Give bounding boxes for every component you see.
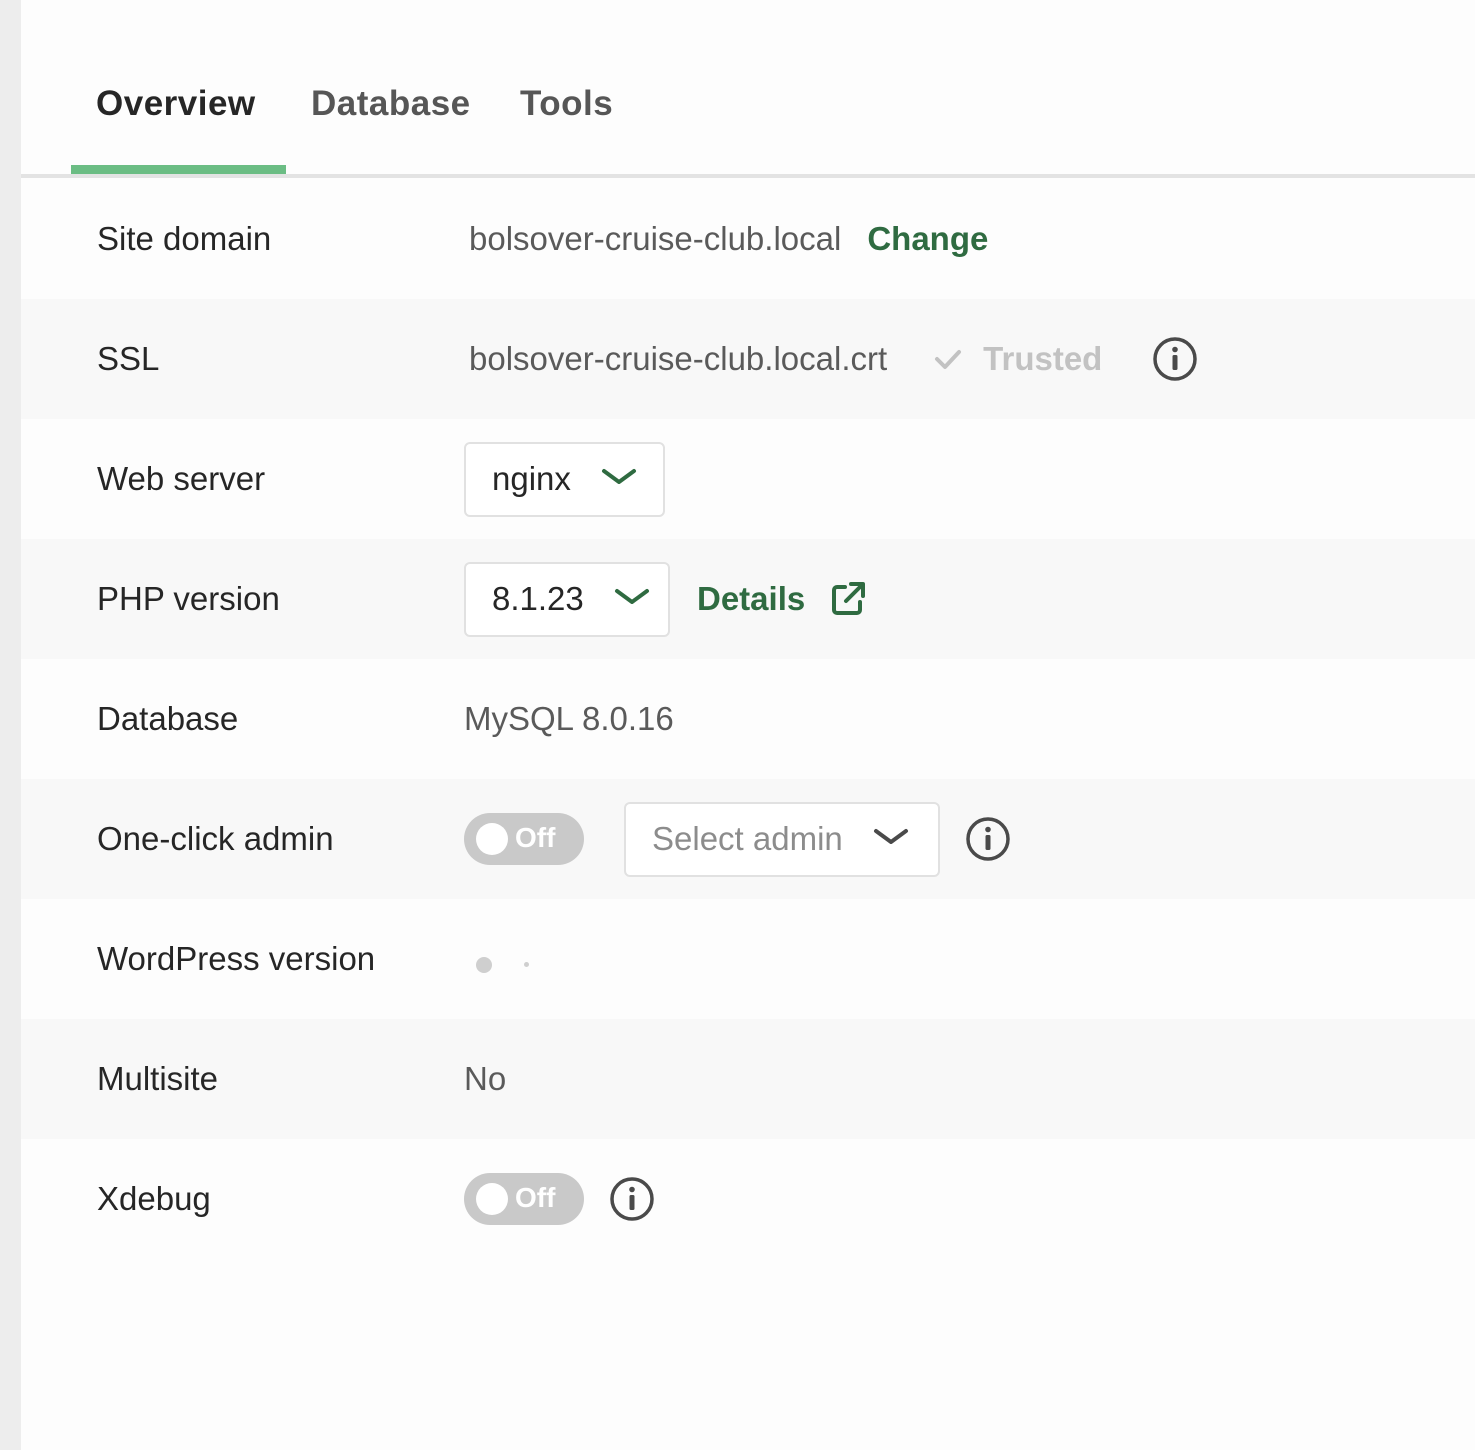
xdebug-label: Xdebug <box>97 1180 211 1217</box>
tab-tools[interactable]: Tools <box>520 84 613 124</box>
php-details-link[interactable]: Details <box>697 580 805 618</box>
php-version-select[interactable]: 8.1.23 <box>464 561 670 637</box>
info-icon[interactable] <box>965 816 1011 862</box>
left-rail <box>0 0 21 1450</box>
one-click-admin-toggle[interactable]: Off <box>464 813 584 865</box>
row-multisite: Multisite No <box>21 1019 1475 1139</box>
ssl-certificate-value[interactable]: bolsover-cruise-club.local.crt <box>469 340 887 378</box>
info-icon[interactable] <box>609 1176 655 1222</box>
database-label: Database <box>97 700 239 737</box>
xdebug-toggle[interactable]: Off <box>464 1173 584 1225</box>
web-server-select-value: nginx <box>492 460 571 497</box>
web-server-select[interactable]: nginx <box>464 441 665 517</box>
chevron-down-icon <box>601 467 637 492</box>
php-version-label: PHP version <box>97 580 280 617</box>
toggle-knob <box>476 1183 508 1215</box>
row-one-click-admin: One-click admin Off Select admin <box>21 779 1475 899</box>
multisite-label: Multisite <box>97 1060 219 1097</box>
active-tab-indicator <box>71 165 286 174</box>
site-overview-panel: Overview Database Tools Site domain bols… <box>21 0 1475 1450</box>
tab-database[interactable]: Database <box>311 84 471 124</box>
database-value: MySQL 8.0.16 <box>464 700 674 737</box>
chevron-down-icon <box>873 827 909 852</box>
one-click-admin-label: One-click admin <box>97 820 334 857</box>
toggle-state-label: Off <box>515 1182 556 1213</box>
chevron-down-icon <box>614 587 650 612</box>
select-admin-placeholder: Select admin <box>652 820 843 857</box>
row-site-domain: Site domain bolsover-cruise-club.local C… <box>21 179 1475 299</box>
web-server-label: Web server <box>97 460 266 497</box>
ssl-label: SSL <box>97 340 160 377</box>
php-version-select-value: 8.1.23 <box>492 580 584 617</box>
select-admin-dropdown[interactable]: Select admin <box>624 801 940 877</box>
row-database: Database MySQL 8.0.16 <box>21 659 1475 779</box>
multisite-value: No <box>464 1060 507 1097</box>
external-link-icon[interactable] <box>829 580 867 618</box>
row-web-server: Web server nginx <box>21 419 1475 539</box>
row-xdebug: Xdebug Off <box>21 1139 1475 1259</box>
site-domain-label: Site domain <box>97 220 272 257</box>
info-icon[interactable] <box>1152 336 1198 382</box>
row-php-version: PHP version 8.1.23 Details <box>21 539 1475 659</box>
row-ssl: SSL bolsover-cruise-club.local.crt Trust… <box>21 299 1475 419</box>
ssl-trusted-status: Trusted <box>983 340 1103 377</box>
row-wordpress-version: WordPress version <box>21 899 1475 1019</box>
site-domain-value: bolsover-cruise-club.local <box>469 220 842 257</box>
check-icon <box>933 344 963 374</box>
tab-overview[interactable]: Overview <box>96 84 256 124</box>
wordpress-version-label: WordPress version <box>97 940 376 977</box>
toggle-state-label: Off <box>515 822 556 853</box>
tab-bar: Overview Database Tools <box>21 0 1475 178</box>
toggle-knob <box>476 823 508 855</box>
change-domain-link[interactable]: Change <box>867 220 988 258</box>
